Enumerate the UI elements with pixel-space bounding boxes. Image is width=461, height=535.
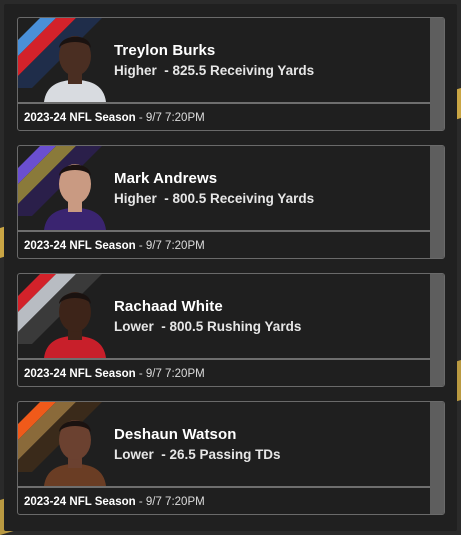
card-side-handle[interactable] — [430, 146, 444, 258]
pick-direction: Higher — [114, 63, 157, 78]
card-divider — [18, 102, 430, 104]
event-time: - 9/7 7:20PM — [135, 240, 205, 252]
pick-card[interactable]: Mark Andrews Higher - 800.5 Receiving Yar… — [17, 145, 445, 259]
pick-card[interactable]: Treylon Burks Higher - 825.5 Receiving Ya… — [17, 17, 445, 131]
pick-line: Lower - 26.5 Passing TDs — [114, 447, 281, 462]
pick-line: Higher - 825.5 Receiving Yards — [114, 63, 314, 78]
season-label: 2023-24 NFL Season — [24, 496, 136, 508]
season-label: 2023-24 NFL Season — [24, 240, 136, 252]
pick-line: Lower - 800.5 Rushing Yards — [114, 319, 301, 334]
player-name: Treylon Burks — [114, 42, 216, 59]
event-time: - 9/7 7:20PM — [135, 368, 205, 380]
card-side-handle[interactable] — [430, 274, 444, 386]
pick-separator: - — [153, 447, 170, 462]
pick-direction: Lower — [114, 447, 154, 462]
pick-direction: Lower — [114, 319, 154, 334]
event-time: - 9/7 7:20PM — [135, 496, 205, 508]
pick-stat-line: 800.5 Rushing Yards — [169, 319, 302, 334]
card-side-handle[interactable] — [430, 18, 444, 130]
pick-separator: - — [156, 63, 173, 78]
event-footer: 2023-24 NFL Season - 9/7 7:20PM — [24, 368, 205, 380]
pick-separator: - — [156, 191, 173, 206]
player-headshot — [44, 164, 106, 230]
pick-stat-line: 26.5 Passing TDs — [169, 447, 281, 462]
pick-card[interactable]: Deshaun Watson Lower - 26.5 Passing TDs 20… — [17, 401, 445, 515]
event-time: - 9/7 7:20PM — [135, 112, 205, 124]
pick-card[interactable]: Rachaad White Lower - 800.5 Rushing Yards… — [17, 273, 445, 387]
player-headshot — [44, 420, 106, 486]
player-headshot — [44, 292, 106, 358]
event-footer: 2023-24 NFL Season - 9/7 7:20PM — [24, 112, 205, 124]
season-label: 2023-24 NFL Season — [24, 368, 136, 380]
card-divider — [18, 486, 430, 488]
player-headshot — [44, 36, 106, 102]
event-footer: 2023-24 NFL Season - 9/7 7:20PM — [24, 496, 205, 508]
pick-stat-line: 800.5 Receiving Yards — [172, 191, 315, 206]
pick-stat-line: 825.5 Receiving Yards — [172, 63, 315, 78]
card-divider — [18, 230, 430, 232]
pick-separator: - — [153, 319, 170, 334]
player-name: Rachaad White — [114, 298, 223, 315]
player-name: Deshaun Watson — [114, 426, 237, 443]
pick-line: Higher - 800.5 Receiving Yards — [114, 191, 314, 206]
season-label: 2023-24 NFL Season — [24, 112, 136, 124]
player-name: Mark Andrews — [114, 170, 218, 187]
event-footer: 2023-24 NFL Season - 9/7 7:20PM — [24, 240, 205, 252]
pick-direction: Higher — [114, 191, 157, 206]
card-side-handle[interactable] — [430, 402, 444, 514]
card-divider — [18, 358, 430, 360]
